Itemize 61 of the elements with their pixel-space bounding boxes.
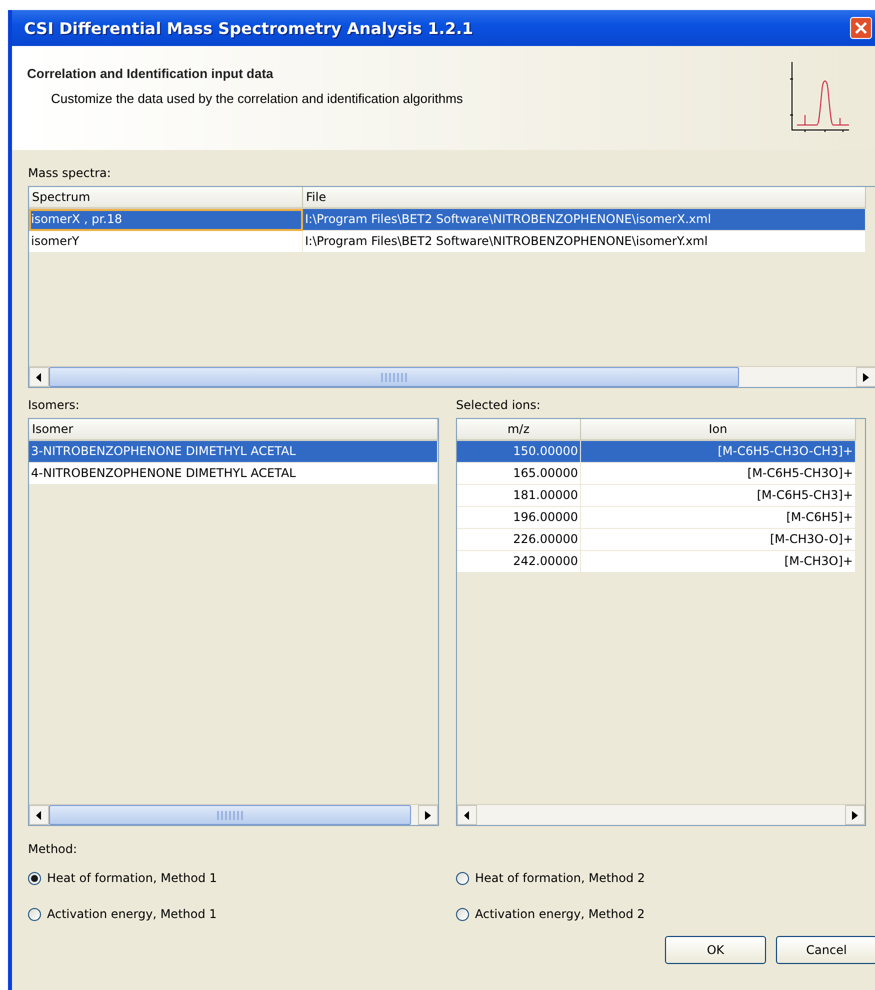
section-label: Mass spectra: [28, 165, 112, 182]
table-row[interactable]: 165.00000 [M-C6H5-CH3O]+ [457, 463, 865, 485]
window-title: CSI Differential Mass Spectrometry Analysis 1.2.1 [24, 18, 474, 38]
table-cell: I:\Program Files\BET2 Software\NITROBENZOPHENONE\isomerY.xml [303, 231, 866, 253]
table-row[interactable]: 196.00000 [M-C6H5]+ [457, 507, 865, 529]
radio-button[interactable] [28, 872, 41, 884]
column-header[interactable]: Ion [581, 419, 856, 441]
radio-option[interactable]: Heat of formation, Method 2 [456, 868, 856, 888]
table-row[interactable]: isomerY I:\Program Files\BET2 Software\NITROBENZOPHENONE\isomerY.xml [29, 231, 875, 253]
table-cell: isomerY [29, 231, 303, 253]
scroll-left-icon[interactable] [29, 805, 49, 825]
table-cell: 165.00000 [457, 463, 581, 485]
radio-button[interactable] [456, 908, 469, 920]
column-header[interactable]: Isomer [29, 419, 438, 441]
dialog-button[interactable]: OK [665, 936, 766, 964]
column-header[interactable]: Spectrum [29, 187, 303, 209]
close-icon [855, 22, 867, 34]
header-title: Correlation and Identification input data [27, 66, 274, 81]
header-subtitle: Customize the data used by the correlation and identification algorithms [50, 91, 463, 106]
close-button[interactable] [850, 17, 872, 39]
table-cell: isomerX , pr.18 [29, 209, 303, 231]
table-row[interactable]: 3-NITROBENZOPHENONE DIMETHYL ACETAL [29, 441, 438, 463]
table-cell: [M-C6H5-CH3O-CH3]+ [581, 441, 856, 463]
radio-option[interactable]: Activation energy, Method 2 [456, 904, 856, 924]
table-cell: [M-C6H5-CH3]+ [581, 485, 856, 507]
radio-button[interactable] [456, 872, 469, 884]
table-cell: 196.00000 [457, 507, 581, 529]
scroll-thumb[interactable] [49, 805, 411, 825]
table-cell: 242.00000 [457, 551, 581, 573]
radio-option[interactable]: Heat of formation, Method 1 [28, 868, 456, 888]
table-cell: [M-C6H5-CH3O]+ [581, 463, 856, 485]
scroll-left-icon[interactable] [29, 367, 49, 387]
horizontal-scrollbar[interactable] [29, 366, 875, 387]
scroll-right-icon[interactable] [418, 805, 438, 825]
table-row[interactable]: isomerX , pr.18 I:\Program Files\BET2 Software\NITROBENZOPHENONE\isomerX.xml [29, 209, 875, 231]
table-cell: [M-CH3O-O]+ [581, 529, 856, 551]
column-header[interactable]: m/z [457, 419, 581, 441]
table-row[interactable]: 181.00000 [M-C6H5-CH3]+ [457, 485, 865, 507]
scroll-left-icon[interactable] [457, 805, 477, 825]
table-cell: [M-C6H5]+ [581, 507, 856, 529]
section-label: Isomers: [28, 397, 80, 414]
horizontal-scrollbar[interactable] [29, 804, 438, 825]
table-row[interactable]: 4-NITROBENZOPHENONE DIMETHYL ACETAL [29, 463, 438, 485]
scroll-thumb[interactable] [49, 367, 739, 387]
scroll-right-icon[interactable] [845, 805, 865, 825]
table-cell: 181.00000 [457, 485, 581, 507]
section-label: Method: [28, 841, 78, 858]
table-row[interactable]: 226.00000 [M-CH3O-O]+ [457, 529, 865, 551]
horizontal-scrollbar[interactable] [457, 804, 865, 825]
radio-button[interactable] [28, 908, 41, 920]
column-header[interactable]: File [303, 187, 866, 209]
table-cell: [M-CH3O]+ [581, 551, 856, 573]
table-row[interactable]: 150.00000 [M-C6H5-CH3O-CH3]+ [457, 441, 865, 463]
radio-option[interactable]: Activation energy, Method 1 [28, 904, 456, 924]
table-cell: I:\Program Files\BET2 Software\NITROBENZOPHENONE\isomerX.xml [303, 209, 866, 231]
section-label: Selected ions: [456, 397, 542, 414]
table-row[interactable]: 242.00000 [M-CH3O]+ [457, 551, 865, 573]
scroll-right-icon[interactable] [856, 367, 875, 387]
table-cell: 226.00000 [457, 529, 581, 551]
dialog-button[interactable]: Cancel [776, 936, 875, 964]
table-cell: 150.00000 [457, 441, 581, 463]
